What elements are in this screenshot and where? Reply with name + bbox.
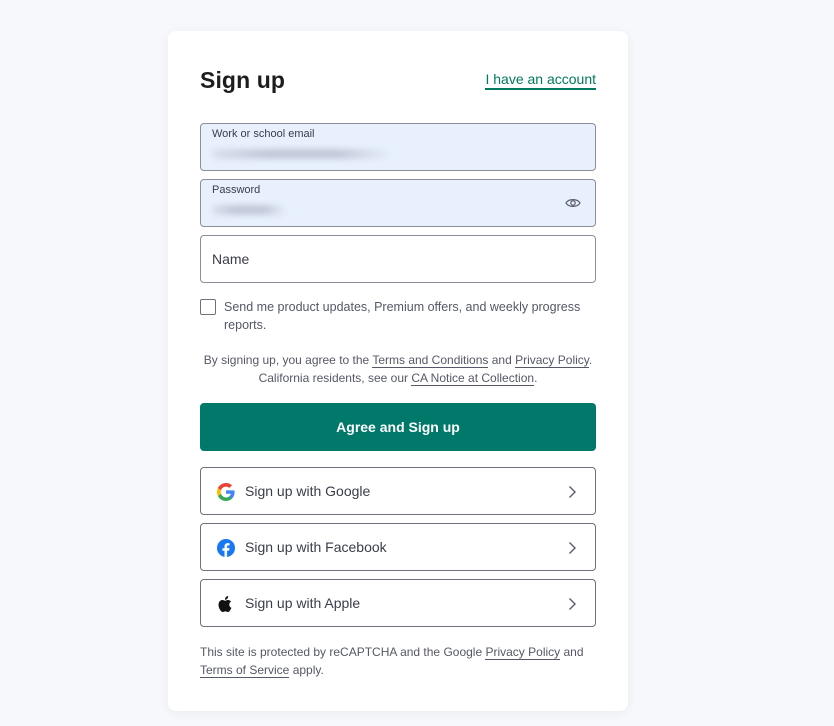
google-privacy-link[interactable]: Privacy Policy (485, 645, 561, 660)
signup-card: Sign up I have an account Work or school… (168, 31, 628, 711)
agree-signup-button[interactable]: Agree and Sign up (200, 403, 596, 451)
signup-header: Sign up I have an account (200, 65, 596, 95)
chevron-right-icon (569, 486, 576, 498)
newsletter-checkbox[interactable] (200, 299, 216, 315)
california-prefix: California residents, see our (258, 371, 412, 385)
name-field[interactable]: Name (200, 235, 596, 283)
newsletter-label[interactable]: Send me product updates, Premium offers,… (224, 298, 596, 334)
apple-signup-button[interactable]: Sign up with Apple (200, 579, 596, 627)
google-icon (217, 483, 235, 501)
chevron-right-icon (569, 598, 576, 610)
page-title: Sign up (200, 66, 286, 93)
email-label: Work or school email (212, 128, 315, 140)
password-value-redacted (212, 205, 287, 215)
terms-link[interactable]: Terms and Conditions (372, 353, 489, 368)
recaptcha-notice: This site is protected by reCAPTCHA and … (200, 643, 596, 679)
newsletter-row: Send me product updates, Premium offers,… (200, 298, 596, 334)
name-placeholder: Name (212, 251, 250, 267)
google-signup-label: Sign up with Google (245, 483, 371, 499)
footer-and: and (560, 645, 584, 659)
facebook-signup-label: Sign up with Facebook (245, 539, 387, 555)
footer-suffix: apply. (289, 663, 324, 677)
legal-text: By signing up, you agree to the Terms an… (200, 351, 596, 387)
apple-signup-label: Sign up with Apple (245, 595, 361, 611)
legal-and: and (488, 353, 516, 367)
california-suffix: . (534, 371, 538, 385)
password-label: Password (212, 184, 261, 196)
facebook-icon (217, 539, 235, 557)
email-field[interactable]: Work or school email (200, 123, 596, 171)
footer-prefix: This site is protected by reCAPTCHA and … (200, 645, 486, 659)
password-field[interactable]: Password (200, 179, 596, 227)
show-password-eye-icon[interactable] (565, 197, 581, 209)
apple-icon (218, 596, 232, 612)
email-value-redacted (212, 149, 392, 159)
have-account-link[interactable]: I have an account (485, 71, 596, 90)
google-terms-link[interactable]: Terms of Service (200, 663, 290, 678)
google-signup-button[interactable]: Sign up with Google (200, 467, 596, 515)
privacy-policy-link[interactable]: Privacy Policy (515, 353, 589, 368)
chevron-right-icon (569, 542, 576, 554)
facebook-signup-button[interactable]: Sign up with Facebook (200, 523, 596, 571)
legal-prefix: By signing up, you agree to the (203, 353, 373, 367)
ca-notice-link[interactable]: CA Notice at Collection (411, 371, 535, 386)
legal-suffix: . (588, 353, 593, 367)
